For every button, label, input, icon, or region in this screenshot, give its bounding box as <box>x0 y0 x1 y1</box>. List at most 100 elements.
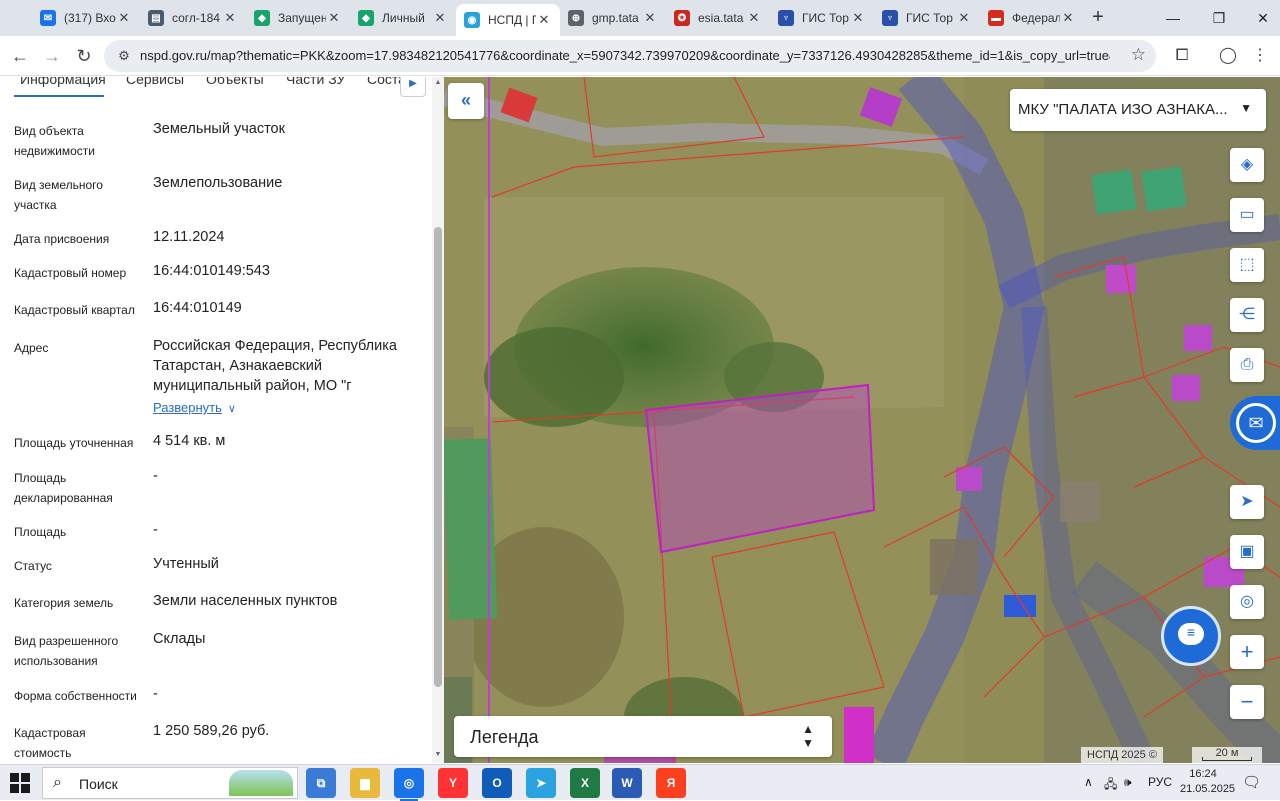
volume-icon[interactable]: 🕪 <box>1124 775 1132 790</box>
gosuslugi-feedback-icon: ✉ <box>1236 403 1276 443</box>
language-indicator[interactable]: РУС <box>1148 775 1172 789</box>
legend-panel[interactable]: Легенда ▲ ▼ <box>454 716 832 757</box>
field-value: Земельный участок <box>153 121 285 137</box>
yandex-browser-app-icon[interactable]: Y <box>438 768 468 798</box>
bookmark-star-icon[interactable]: ☆ <box>1131 45 1146 65</box>
browser-tab[interactable]: ▤ согл-184 ✕ <box>140 4 246 32</box>
share-icon[interactable]: ⋲ <box>1230 298 1264 332</box>
close-tab-icon[interactable]: ✕ <box>536 12 552 28</box>
scrollbar-thumb[interactable] <box>434 227 442 687</box>
taskview-app-icon[interactable]: ⧉ <box>306 768 336 798</box>
notifications-icon[interactable]: 🗨 <box>1242 773 1261 791</box>
field-value: Земли населенных пунктов <box>153 593 338 609</box>
outlook-app-icon[interactable]: O <box>482 768 512 798</box>
tab-title: (317) Вхо <box>64 11 116 25</box>
ruler-icon[interactable]: ▭ <box>1230 198 1264 232</box>
cadastral-number[interactable]: 16:44:010149:543 <box>153 261 418 281</box>
geolocation-icon[interactable]: ◎ <box>1230 585 1264 619</box>
reload-icon[interactable]: ↻ <box>72 44 96 68</box>
field-value: Склады <box>153 631 206 647</box>
tab-objects[interactable]: Объекты <box>206 77 264 87</box>
field-value: Землепользование <box>153 175 283 191</box>
yandex-app-icon[interactable]: Я <box>656 768 686 798</box>
network-icon[interactable]: 🖧 <box>1104 775 1117 796</box>
tab-services[interactable]: Сервисы <box>126 77 184 87</box>
map-view[interactable]: « МКУ "ПАЛАТА ИЗО АЗНАКА... ▼ ◈ ▭ ⬚ ⋲ ⎙ … <box>444 77 1280 763</box>
windows-start-icon[interactable] <box>10 773 30 793</box>
forward-icon[interactable]: → <box>40 44 64 68</box>
field-label: Площадь <box>14 525 67 539</box>
expand-address-link[interactable]: Развернуть ∨ <box>153 400 236 415</box>
browser-tab-strip: ✉ (317) Вхо ✕ ▤ согл-184 ✕ ◆ Запущен ✕ ◆ Личный ✕ ◉ Н… <box>0 0 1280 36</box>
clock-time: 16:24 <box>1189 768 1217 780</box>
browser-tab[interactable]: ◆ Личный ✕ <box>350 4 456 32</box>
close-tab-icon[interactable]: ✕ <box>956 10 972 26</box>
cadastral-quarter[interactable]: 16:44:010149 <box>153 298 418 318</box>
close-tab-icon[interactable]: ✕ <box>432 10 448 26</box>
profile-icon[interactable]: ◯ <box>1216 44 1240 68</box>
close-window-icon[interactable]: ✕ <box>1248 6 1278 30</box>
field-value: - <box>153 522 158 538</box>
layers-icon[interactable]: ◈ <box>1230 148 1264 182</box>
field-value: Учтенный <box>153 556 219 572</box>
scroll-up-icon[interactable]: ▲ <box>434 79 442 86</box>
extensions-icon[interactable]: ⧠ <box>1170 44 1194 68</box>
word-app-icon[interactable]: W <box>612 768 642 798</box>
print-icon[interactable]: ⎙ <box>1230 348 1264 382</box>
panel-tabs: Информация Сервисы Объекты Части ЗУ Сост… <box>0 77 432 99</box>
tab-info[interactable]: Информация <box>20 77 106 87</box>
close-tab-icon[interactable]: ✕ <box>116 10 132 26</box>
taskbar-search[interactable]: ⌕ Поиск <box>42 767 298 799</box>
chat-button[interactable]: ≡ <box>1161 606 1221 666</box>
feedback-button[interactable]: ✉ <box>1230 396 1280 450</box>
new-tab-button[interactable]: + <box>1088 7 1108 28</box>
tray-overflow-icon[interactable]: ∧ <box>1084 775 1093 789</box>
browser-tab[interactable]: ♆ ГИС Тор ✕ <box>874 4 980 32</box>
close-tab-icon[interactable]: ✕ <box>746 10 762 26</box>
minimize-icon[interactable]: — <box>1158 6 1188 30</box>
close-tab-icon[interactable]: ✕ <box>850 10 866 26</box>
browser-tab[interactable]: ✪ esia.tata ✕ <box>666 4 770 32</box>
search-label: Поиск <box>79 776 118 792</box>
zoom-in-icon[interactable]: + <box>1230 635 1264 669</box>
browser-tab[interactable]: ◆ Запущен ✕ <box>246 4 350 32</box>
select-area-icon[interactable]: ⬚ <box>1230 248 1264 282</box>
browser-tab[interactable]: ⊕ gmp.tata ✕ <box>560 4 666 32</box>
organization-select[interactable]: МКУ "ПАЛАТА ИЗО АЗНАКА... ▼ <box>1010 89 1266 131</box>
tabs-scroll-right-icon[interactable]: ▶ <box>400 77 426 97</box>
address-bar[interactable]: ⚙ nspd.gov.ru/map?thematic=PKK&zoom=17.9… <box>104 40 1156 72</box>
browser-tab[interactable]: ♆ ГИС Тор ✕ <box>770 4 874 32</box>
expand-label: Развернуть <box>153 400 222 415</box>
tab-title: ГИС Тор <box>802 11 849 25</box>
excel-app-icon[interactable]: X <box>570 768 600 798</box>
scroll-down-icon[interactable]: ▼ <box>434 751 442 758</box>
scale-line <box>1202 757 1252 761</box>
tab-parts[interactable]: Части ЗУ <box>286 77 345 87</box>
gosuslugi-icon: ◆ <box>254 10 270 26</box>
field-label: Категория земель <box>14 596 114 610</box>
zoom-out-icon[interactable]: − <box>1230 685 1264 719</box>
close-tab-icon[interactable]: ✕ <box>222 10 238 26</box>
field-label: Вид земельного участка <box>14 178 103 212</box>
close-tab-icon[interactable]: ✕ <box>1060 10 1076 26</box>
collapse-panel-button[interactable]: « <box>448 83 484 119</box>
object-info-panel: Информация Сервисы Объекты Части ЗУ Сост… <box>0 77 444 763</box>
chrome-app-icon[interactable]: ◎ <box>394 768 424 801</box>
site-info-icon[interactable]: ⚙ <box>114 46 134 66</box>
close-tab-icon[interactable]: ✕ <box>326 10 342 26</box>
menu-icon[interactable]: ⋮ <box>1248 44 1272 68</box>
system-clock[interactable]: 16:24 21.05.2025 <box>1180 767 1235 797</box>
telegram-app-icon[interactable]: ➤ <box>526 768 556 798</box>
close-tab-icon[interactable]: ✕ <box>642 10 658 26</box>
browser-tab[interactable]: ◉ НСПД | П ✕ <box>456 4 560 36</box>
panel-scrollbar[interactable]: ▲ ▼ <box>432 77 444 763</box>
picture-in-picture-icon[interactable]: ▣ <box>1230 535 1264 569</box>
explorer-app-icon[interactable]: ▆ <box>350 768 380 798</box>
url-text[interactable]: nspd.gov.ru/map?thematic=PKK&zoom=17.983… <box>140 48 1110 63</box>
locate-icon[interactable]: ➤ <box>1230 485 1264 519</box>
maximize-icon[interactable]: ❐ <box>1204 6 1234 30</box>
browser-tab[interactable]: ✉ (317) Вхо ✕ <box>32 4 140 32</box>
browser-tab[interactable]: ▬ Федерал ✕ <box>980 4 1084 32</box>
nspd-icon: ◉ <box>464 12 480 28</box>
back-icon[interactable]: ← <box>8 44 32 68</box>
